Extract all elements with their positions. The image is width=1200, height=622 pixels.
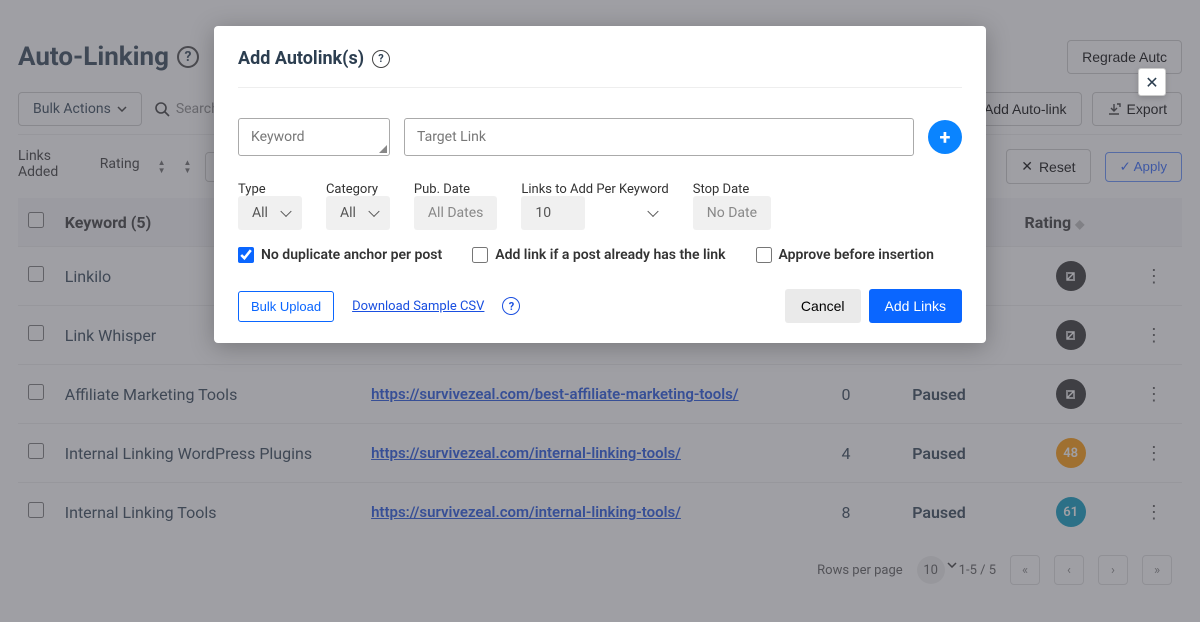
pubdate-label: Pub. Date bbox=[414, 182, 497, 197]
keyword-input[interactable]: Keyword bbox=[238, 118, 390, 156]
target-link-input[interactable]: Target Link bbox=[404, 118, 914, 156]
approve-checkbox[interactable]: Approve before insertion bbox=[756, 247, 934, 263]
type-select[interactable]: All bbox=[238, 205, 302, 221]
links-per-kw-value: 10 bbox=[521, 196, 585, 230]
modal-title: Add Autolink(s) ? bbox=[238, 48, 962, 88]
add-autolink-modal: ✕ Add Autolink(s) ? Keyword Target Link … bbox=[214, 26, 986, 343]
add-links-button[interactable]: Add Links bbox=[869, 289, 962, 323]
cancel-button[interactable]: Cancel bbox=[785, 289, 861, 323]
type-value: All bbox=[238, 196, 302, 230]
input-row: Keyword Target Link + bbox=[238, 118, 962, 156]
add-if-exists-input[interactable] bbox=[472, 247, 488, 263]
help-icon[interactable]: ? bbox=[502, 297, 520, 315]
links-per-kw-label: Links to Add Per Keyword bbox=[521, 182, 668, 197]
stop-date-value: No Date bbox=[693, 196, 771, 230]
approve-input[interactable] bbox=[756, 247, 772, 263]
links-per-kw-select[interactable]: 10 bbox=[521, 205, 668, 221]
download-sample-link[interactable]: Download Sample CSV bbox=[352, 299, 484, 314]
no-duplicate-input[interactable] bbox=[238, 247, 254, 263]
add-if-exists-label: Add link if a post already has the link bbox=[495, 247, 725, 263]
checkbox-row: No duplicate anchor per post Add link if… bbox=[238, 247, 962, 263]
type-label: Type bbox=[238, 182, 302, 197]
stop-date-label: Stop Date bbox=[693, 182, 771, 197]
category-select[interactable]: All bbox=[326, 205, 390, 221]
add-row-button[interactable]: + bbox=[928, 120, 962, 154]
help-icon[interactable]: ? bbox=[372, 50, 390, 68]
pubdate-select[interactable]: All Dates bbox=[414, 205, 497, 221]
download-sample-text: Download Sample CSV bbox=[352, 299, 484, 314]
approve-label: Approve before insertion bbox=[779, 247, 934, 263]
modal-filters: Type All Category All Pub. Date All Date… bbox=[238, 182, 962, 221]
close-button[interactable]: ✕ bbox=[1138, 68, 1166, 96]
stop-date-select[interactable]: No Date bbox=[693, 205, 771, 221]
keyword-placeholder: Keyword bbox=[251, 129, 305, 145]
no-duplicate-label: No duplicate anchor per post bbox=[261, 247, 442, 263]
plus-icon: + bbox=[940, 125, 951, 149]
no-duplicate-checkbox[interactable]: No duplicate anchor per post bbox=[238, 247, 442, 263]
category-label: Category bbox=[326, 182, 390, 197]
pubdate-value: All Dates bbox=[414, 196, 497, 230]
category-value: All bbox=[326, 196, 390, 230]
modal-footer: Bulk Upload Download Sample CSV ? Cancel… bbox=[238, 289, 962, 323]
add-if-exists-checkbox[interactable]: Add link if a post already has the link bbox=[472, 247, 725, 263]
close-icon: ✕ bbox=[1145, 73, 1158, 92]
target-link-placeholder: Target Link bbox=[417, 129, 486, 145]
modal-title-text: Add Autolink(s) bbox=[238, 48, 364, 69]
bulk-upload-button[interactable]: Bulk Upload bbox=[238, 291, 334, 322]
